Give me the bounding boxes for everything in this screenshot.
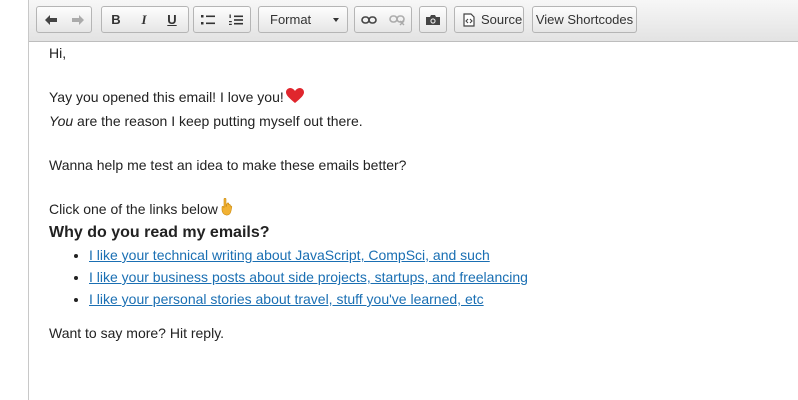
list-item: I like your personal stories about trave…	[89, 288, 789, 310]
redo-icon	[71, 14, 84, 25]
unlink-button[interactable]	[383, 7, 411, 32]
view-shortcodes-label: View Shortcodes	[535, 12, 634, 27]
technical-writing-link[interactable]: I like your technical writing about Java…	[89, 247, 490, 263]
business-posts-link[interactable]: I like your business posts about side pr…	[89, 269, 528, 285]
undo-button[interactable]	[37, 7, 64, 32]
chevron-down-icon	[333, 18, 339, 22]
links-list: I like your technical writing about Java…	[49, 244, 789, 310]
click-line-text: Click one of the links below	[49, 201, 218, 217]
view-shortcodes-button[interactable]: View Shortcodes	[532, 6, 637, 33]
history-group	[36, 6, 92, 33]
love-line-text: Yay you opened this email! I love you!	[49, 89, 284, 105]
help-line: Wanna help me test an idea to make these…	[49, 157, 407, 173]
reason-line-emphasis: You	[49, 113, 74, 129]
section-heading: Why do you read my emails?	[49, 224, 270, 241]
editor-left-border	[28, 0, 29, 400]
insert-link-button[interactable]	[355, 7, 383, 32]
pointing-down-hand-icon	[220, 197, 234, 222]
list-item: I like your technical writing about Java…	[89, 244, 789, 266]
editor-toolbar: B I U Format Source View Shortcodes	[29, 0, 798, 42]
source-button[interactable]: Source	[454, 6, 524, 33]
numbered-list-button[interactable]	[222, 7, 250, 32]
bullet-list-button[interactable]	[194, 7, 222, 32]
source-code-icon	[463, 12, 475, 27]
camera-icon	[426, 14, 440, 25]
italic-button[interactable]: I	[130, 7, 158, 32]
heart-icon	[285, 88, 304, 110]
link-icon	[361, 15, 377, 24]
unlink-icon	[389, 14, 405, 25]
closing-line: Want to say more? Hit reply.	[49, 325, 225, 341]
underline-button[interactable]: U	[158, 7, 186, 32]
personal-stories-link[interactable]: I like your personal stories about trave…	[89, 291, 484, 307]
love-line: Yay you opened this email! I love you!	[49, 86, 789, 110]
undo-icon	[44, 14, 57, 25]
insert-image-group	[419, 6, 447, 33]
format-dropdown-label: Format	[270, 12, 312, 27]
source-button-label: Source	[481, 12, 523, 27]
greeting-text: Hi,	[49, 45, 67, 61]
link-group	[354, 6, 412, 33]
click-line: Click one of the links below	[49, 197, 789, 222]
email-body[interactable]: Hi, Yay you opened this email! I love yo…	[49, 42, 789, 344]
reason-line: You are the reason I keep putting myself…	[49, 110, 789, 132]
text-style-group: B I U	[101, 6, 189, 33]
list-group	[193, 6, 251, 33]
reason-line-text: are the reason I keep putting myself out…	[73, 113, 363, 129]
insert-image-button[interactable]	[420, 7, 446, 32]
numbered-list-icon	[229, 14, 243, 25]
list-item: I like your business posts about side pr…	[89, 266, 789, 288]
bold-button[interactable]: B	[102, 7, 130, 32]
redo-button[interactable]	[64, 7, 91, 32]
format-dropdown[interactable]: Format	[258, 6, 348, 33]
bullet-list-icon	[201, 14, 215, 24]
